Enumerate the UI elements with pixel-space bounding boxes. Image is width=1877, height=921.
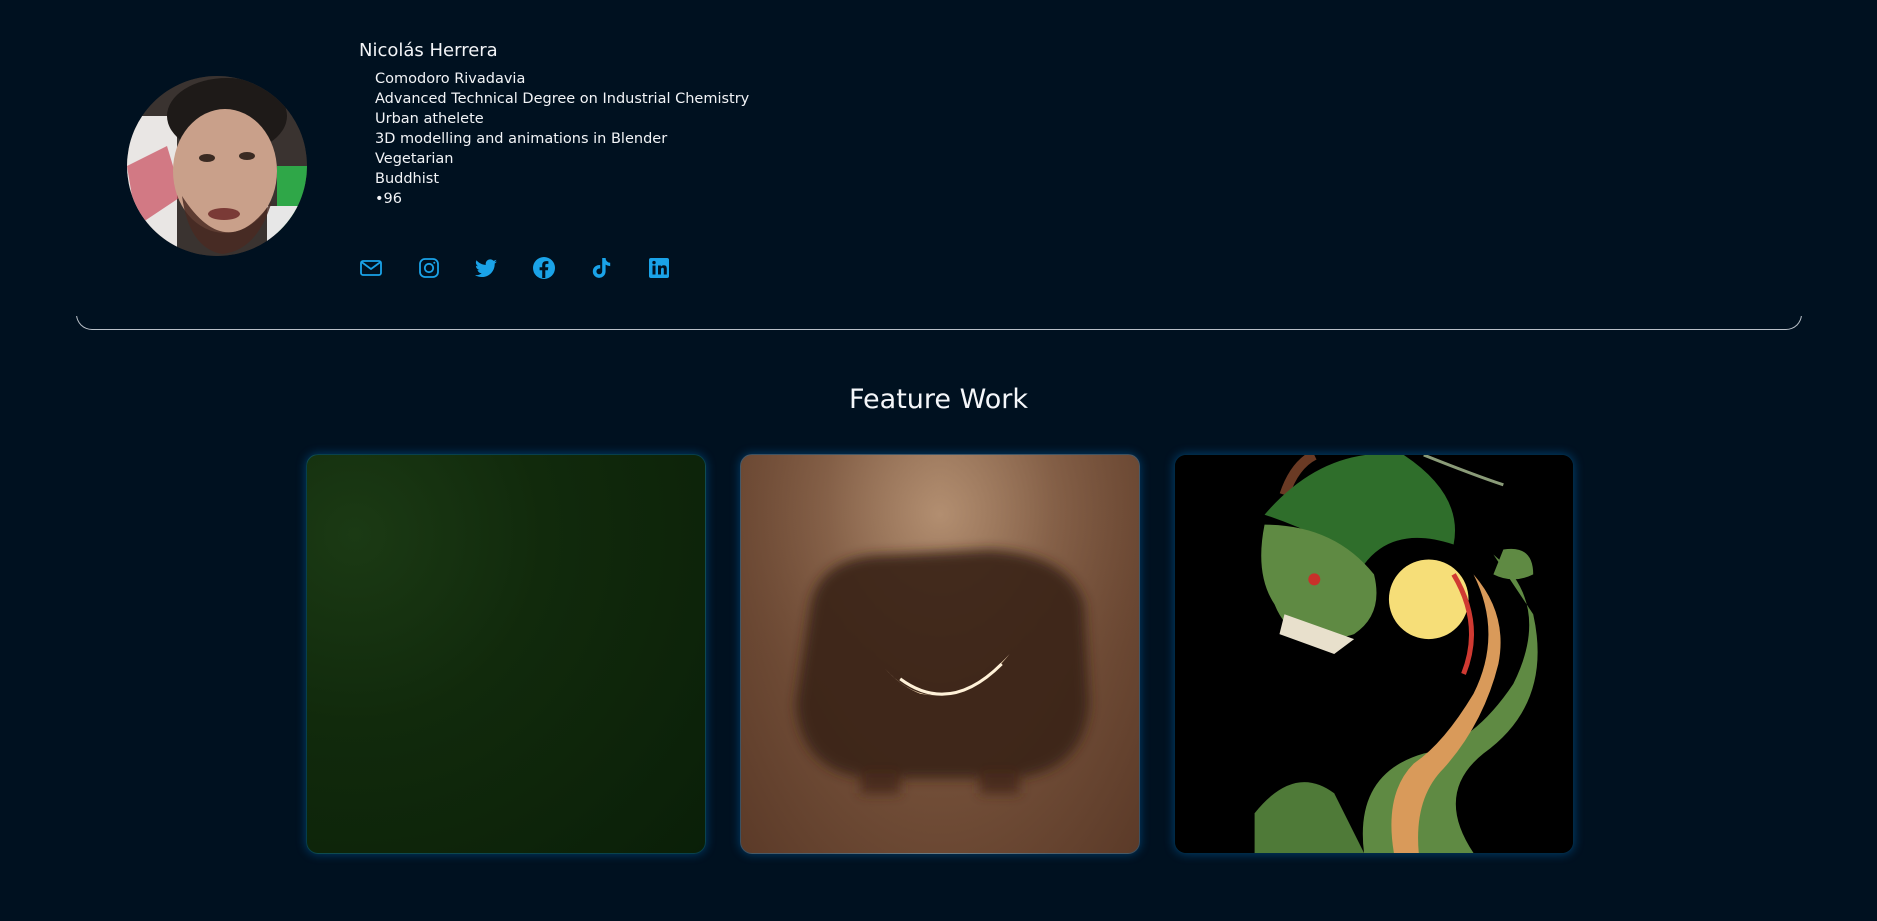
instagram-icon[interactable] — [417, 256, 441, 280]
feature-card-device-render[interactable] — [740, 454, 1140, 854]
linkedin-icon[interactable] — [647, 256, 671, 280]
social-links — [359, 256, 704, 280]
tiktok-icon[interactable] — [589, 256, 613, 280]
feature-gallery — [306, 454, 1574, 854]
detail-3d: 3D modelling and animations in Blender — [375, 131, 668, 147]
facebook-icon[interactable] — [532, 256, 556, 280]
avatar — [127, 76, 307, 256]
twitter-icon[interactable] — [474, 256, 498, 280]
mail-icon[interactable] — [359, 256, 383, 280]
detail-location: Comodoro Rivadavia — [375, 71, 526, 87]
detail-athlete: Urban athelete — [375, 111, 484, 127]
feature-work-title: Feature Work — [849, 384, 1028, 415]
detail-diet: Vegetarian — [375, 151, 454, 167]
profile-details: Comodoro Rivadavia Advanced Technical De… — [375, 69, 749, 209]
detail-year: •96 — [375, 191, 403, 207]
profile-divider — [76, 316, 1802, 330]
detail-degree: Advanced Technical Degree on Industrial … — [375, 91, 750, 107]
detail-religion: Buddhist — [375, 171, 440, 187]
profile-header: Nicolás Herrera Comodoro Rivadavia Advan… — [0, 0, 1877, 332]
feature-card-dragon-render[interactable] — [1174, 454, 1574, 854]
profile-name: Nicolás Herrera — [359, 40, 498, 61]
feature-card-green-render[interactable] — [306, 454, 706, 854]
